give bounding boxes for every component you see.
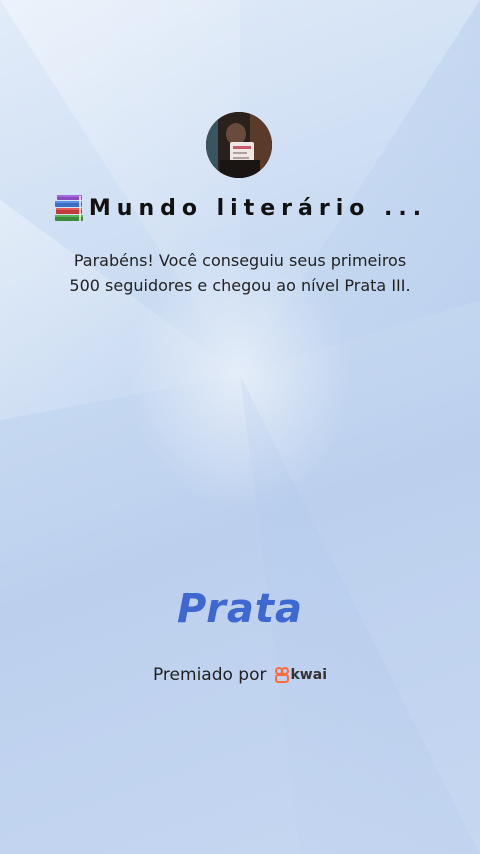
kwai-brand-text: kwai [290, 667, 328, 683]
congratulations-message: Parabéns! Você conseguiu seus primeiros … [40, 248, 440, 298]
awarded-by-label: Premiado por [152, 665, 267, 685]
message-line-2: 500 seguidores e chegou ao nível Prata I… [69, 276, 411, 295]
books-icon [54, 195, 83, 221]
profile-name: Mundo literário ... [88, 195, 428, 221]
profile-title-row: Mundo literário ... [0, 190, 480, 226]
level-name: Prata [177, 586, 303, 632]
awarded-by-row: Premiado por kwai [0, 662, 480, 688]
message-line-1: Parabéns! Você conseguiu seus primeiros [73, 251, 407, 270]
profile-photo-icon [206, 112, 272, 178]
kwai-icon [274, 667, 289, 683]
avatar[interactable] [206, 112, 272, 178]
kwai-logo: kwai [274, 667, 328, 683]
